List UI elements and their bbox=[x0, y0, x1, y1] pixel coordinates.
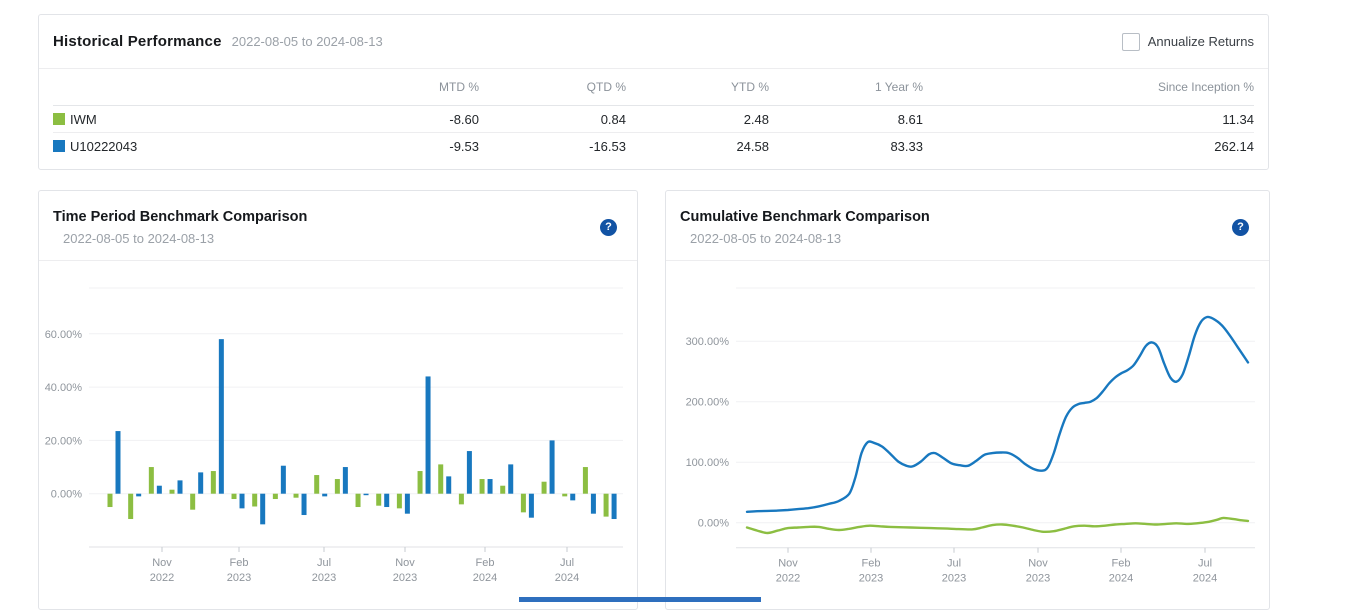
cumulative-panel-header: Cumulative Benchmark Comparison 2022-08-… bbox=[666, 191, 1269, 261]
cumulative-title: Cumulative Benchmark Comparison bbox=[680, 209, 1255, 225]
horizontal-scrollbar-thumb[interactable] bbox=[519, 597, 761, 602]
svg-text:60.00%: 60.00% bbox=[45, 329, 83, 341]
svg-text:Feb: Feb bbox=[230, 557, 249, 569]
account-name: U10222043 bbox=[70, 139, 137, 154]
historical-performance-panel: Historical Performance 2022-08-05 to 202… bbox=[38, 14, 1269, 170]
historical-performance-header: Historical Performance 2022-08-05 to 202… bbox=[39, 15, 1268, 69]
table-row: U10222043 -9.53 -16.53 24.58 83.33 262.1… bbox=[53, 133, 1254, 159]
time-period-panel-header: Time Period Benchmark Comparison 2022-08… bbox=[39, 191, 637, 261]
time-period-date-range: 2022-08-05 to 2024-08-13 bbox=[63, 231, 623, 246]
svg-text:0.00%: 0.00% bbox=[51, 489, 82, 501]
date-range: 2022-08-05 to 2024-08-13 bbox=[232, 34, 383, 49]
svg-text:Feb: Feb bbox=[476, 557, 495, 569]
iwm-since-inception-value: 11.34 bbox=[923, 112, 1254, 127]
svg-text:Nov: Nov bbox=[778, 558, 798, 570]
annualize-returns-checkbox[interactable] bbox=[1122, 33, 1140, 51]
column-header-qtd: QTD % bbox=[479, 80, 626, 94]
column-header-1year: 1 Year % bbox=[769, 80, 923, 94]
table-header-row: MTD % QTD % YTD % 1 Year % Since Incepti… bbox=[53, 69, 1254, 106]
cumulative-benchmark-panel: Cumulative Benchmark Comparison 2022-08-… bbox=[665, 190, 1270, 610]
bar-chart-svg: 0.00% 20.00% 40.00% 60.00% Nov 2022 Feb 2023 Jul… bbox=[39, 261, 637, 603]
account-1year-value: 83.33 bbox=[769, 139, 923, 154]
help-icon[interactable]: ? bbox=[600, 219, 617, 236]
time-period-title: Time Period Benchmark Comparison bbox=[53, 209, 623, 225]
svg-text:2024: 2024 bbox=[555, 572, 579, 584]
row-label-iwm: IWM bbox=[53, 112, 329, 127]
account-mtd-value: -9.53 bbox=[329, 139, 479, 154]
svg-text:Feb: Feb bbox=[1112, 558, 1131, 570]
svg-text:200.00%: 200.00% bbox=[686, 397, 730, 409]
column-header-since-inception: Since Inception % bbox=[923, 80, 1254, 94]
svg-text:2022: 2022 bbox=[776, 573, 800, 585]
svg-text:Nov: Nov bbox=[152, 557, 172, 569]
svg-text:Jul: Jul bbox=[560, 557, 574, 569]
svg-text:Nov: Nov bbox=[1028, 558, 1048, 570]
performance-table: MTD % QTD % YTD % 1 Year % Since Incepti… bbox=[39, 69, 1268, 159]
account-ytd-value: 24.58 bbox=[626, 139, 769, 154]
iwm-qtd-value: 0.84 bbox=[479, 112, 626, 127]
svg-text:2023: 2023 bbox=[227, 572, 251, 584]
iwm-1year-value: 8.61 bbox=[769, 112, 923, 127]
column-header-ytd: YTD % bbox=[626, 80, 769, 94]
time-period-benchmark-panel: Time Period Benchmark Comparison 2022-08… bbox=[38, 190, 638, 610]
account-legend-swatch bbox=[53, 140, 65, 152]
svg-text:Jul: Jul bbox=[317, 557, 331, 569]
line-chart-svg: 0.00% 100.00% 200.00% 300.00% Nov 2022 Feb 2023… bbox=[666, 261, 1269, 603]
account-since-inception-value: 262.14 bbox=[923, 139, 1254, 154]
account-qtd-value: -16.53 bbox=[479, 139, 626, 154]
svg-text:2023: 2023 bbox=[393, 572, 417, 584]
svg-text:2023: 2023 bbox=[859, 573, 883, 585]
iwm-ytd-value: 2.48 bbox=[626, 112, 769, 127]
svg-text:100.00%: 100.00% bbox=[686, 457, 730, 469]
svg-text:2022: 2022 bbox=[150, 572, 174, 584]
svg-text:2023: 2023 bbox=[1026, 573, 1050, 585]
svg-text:20.00%: 20.00% bbox=[45, 435, 83, 447]
svg-text:Feb: Feb bbox=[862, 558, 881, 570]
column-header-mtd: MTD % bbox=[329, 80, 479, 94]
svg-text:Jul: Jul bbox=[1198, 558, 1212, 570]
svg-text:2024: 2024 bbox=[1193, 573, 1217, 585]
line-chart-area: 0.00% 100.00% 200.00% 300.00% Nov 2022 Feb 2023… bbox=[666, 261, 1269, 608]
cumulative-date-range: 2022-08-05 to 2024-08-13 bbox=[690, 231, 1255, 246]
annualize-returns-label[interactable]: Annualize Returns bbox=[1148, 34, 1254, 49]
iwm-mtd-value: -8.60 bbox=[329, 112, 479, 127]
svg-text:2024: 2024 bbox=[1109, 573, 1133, 585]
bar-chart-area: 0.00% 20.00% 40.00% 60.00% Nov 2022 Feb 2023 Jul… bbox=[39, 261, 637, 608]
iwm-legend-swatch bbox=[53, 113, 65, 125]
help-icon[interactable]: ? bbox=[1232, 219, 1249, 236]
annualize-returns-control: Annualize Returns bbox=[1122, 33, 1254, 51]
page-title: Historical Performance bbox=[53, 33, 222, 50]
svg-text:0.00%: 0.00% bbox=[698, 518, 729, 530]
portfolio-analyst-page: { "colors": { "iwm_green": "#8cbe42", "a… bbox=[0, 0, 1355, 602]
svg-text:40.00%: 40.00% bbox=[45, 382, 83, 394]
svg-text:2023: 2023 bbox=[942, 573, 966, 585]
svg-text:2023: 2023 bbox=[312, 572, 336, 584]
table-row: IWM -8.60 0.84 2.48 8.61 11.34 bbox=[53, 106, 1254, 133]
svg-text:300.00%: 300.00% bbox=[686, 336, 730, 348]
svg-text:2024: 2024 bbox=[473, 572, 497, 584]
svg-text:Jul: Jul bbox=[947, 558, 961, 570]
row-label-account: U10222043 bbox=[53, 139, 329, 154]
benchmark-name: IWM bbox=[70, 112, 97, 127]
svg-text:Nov: Nov bbox=[395, 557, 415, 569]
